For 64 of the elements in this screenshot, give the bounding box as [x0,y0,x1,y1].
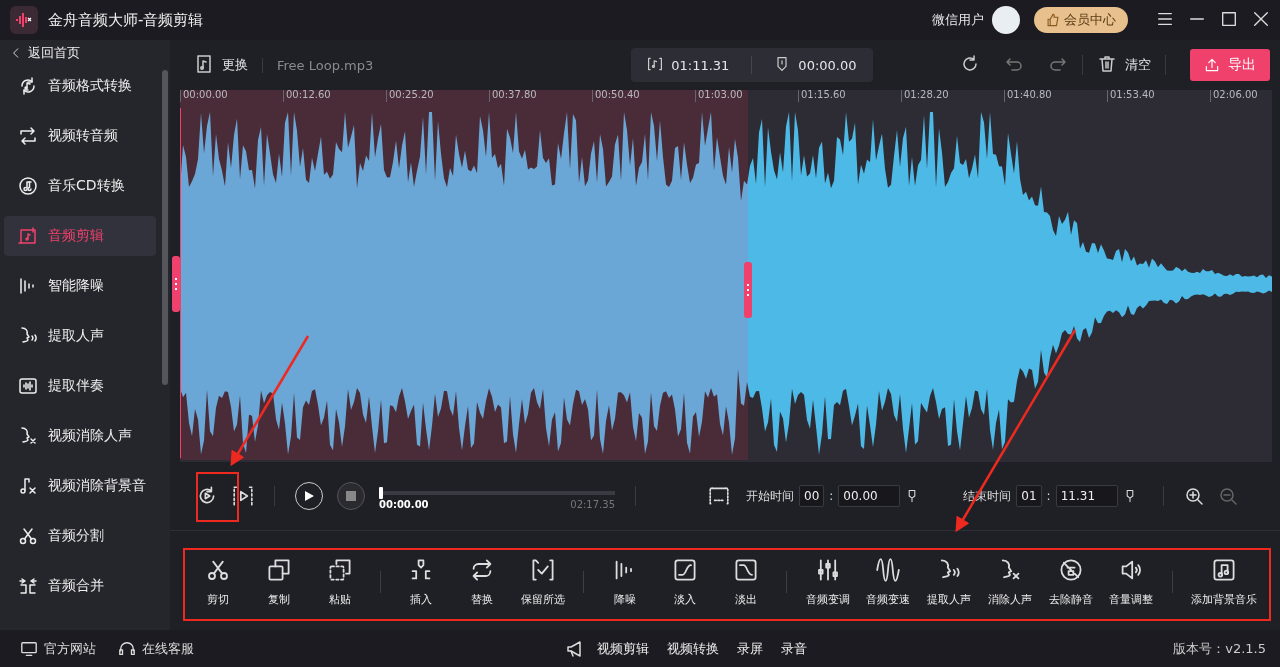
sidebar-item[interactable]: 视频消除人声 [4,416,156,456]
sidebar-item[interactable]: 音频剪辑 [4,216,156,256]
sidebar-item[interactable]: 提取伴奏 [4,366,156,406]
total-time: 02:17.35 [570,498,615,510]
time-tick: 02:06.00 [1210,90,1280,102]
time-tick: 00:12.60 [283,90,386,102]
footer-link[interactable]: 录屏 [736,639,763,658]
time-separator: : [829,489,834,503]
end-minutes-field[interactable]: 01 [1016,485,1042,507]
duration-text: 01:11.31 [671,57,730,73]
clear-button[interactable]: 清空 [1125,56,1151,74]
time-tick: 00:25.20 [386,90,489,102]
tool-button[interactable]: 剪切 [188,553,249,611]
time-tick: 00:00.00 [180,90,283,102]
file-name: Free Loop.mp3 [262,57,374,73]
end-seconds-field[interactable]: 11.31 [1055,485,1118,507]
sidebar-item[interactable]: 音乐CD转换 [4,166,156,206]
sidebar-item[interactable]: 音频格式转换 [4,66,156,106]
tool-button[interactable]: 音频变速 [858,553,919,611]
tool-button[interactable]: 淡出 [715,553,777,611]
footer-link[interactable]: 录音 [780,639,807,658]
tool-button[interactable]: 添加背景音乐 [1182,553,1267,611]
back-link[interactable]: 返回首页 [0,40,170,66]
sidebar-item[interactable]: 智能降噪 [4,266,156,306]
tool-button[interactable]: 音频变调 [797,553,859,611]
tool-button[interactable]: 降噪 [594,553,655,611]
time-tick: 01:15.60 [798,90,901,102]
tool-button[interactable]: 替换 [451,553,513,611]
tool-button[interactable]: 音量调整 [1100,553,1162,611]
tool-button[interactable]: 插入 [391,553,452,611]
footer-link[interactable]: 官方网站 [44,639,96,658]
time-separator: : [1046,489,1051,503]
sidebar-item[interactable]: 提取人声 [4,316,156,356]
footer-link[interactable]: 视频剪辑 [596,639,649,658]
tool-button[interactable]: 消除人声 [979,553,1041,611]
time-tick: 01:03.00 [695,90,798,102]
version-text: 版本号：v2.1.5 [1173,639,1266,658]
current-time: 00:00.00 [379,498,429,510]
time-tick: 01:40.80 [1004,90,1107,102]
window-title: 金舟音频大师-音频剪辑 [48,10,204,30]
start-seconds-field[interactable]: 00.00 [838,485,901,507]
tool-button[interactable]: 去除静音 [1040,553,1101,611]
time-tick: 01:28.20 [901,90,1004,102]
footer-link[interactable]: 在线客服 [142,639,194,658]
tool-button[interactable]: 提取人声 [918,553,980,611]
vip-button[interactable]: 会员中心 [1034,7,1128,33]
tool-button[interactable]: 保留所选 [512,553,574,611]
sidebar-item[interactable]: 视频消除背景音 [4,466,156,506]
export-button[interactable]: 导出 [1190,49,1270,81]
user-name[interactable]: 微信用户 [932,11,984,29]
sidebar-item[interactable]: 音频合并 [4,566,156,606]
sidebar-item[interactable]: 视频转音频 [4,116,156,156]
replace-link[interactable]: 更换 [222,56,248,74]
tool-button[interactable]: 粘贴 [309,553,371,611]
start-time-label: 开始时间 [746,487,794,505]
tool-button[interactable]: 淡入 [654,553,716,611]
footer-link[interactable]: 视频转换 [666,639,719,658]
time-tick: 00:37.80 [489,90,592,102]
start-minutes-field[interactable]: 00 [799,485,825,507]
sidebar-item[interactable]: 音频分割 [4,516,156,556]
position-text: 00:00.00 [798,57,857,73]
time-tick: 00:50.40 [592,90,695,102]
tool-button[interactable]: 复制 [248,553,310,611]
time-tick: 01:53.40 [1107,90,1210,102]
